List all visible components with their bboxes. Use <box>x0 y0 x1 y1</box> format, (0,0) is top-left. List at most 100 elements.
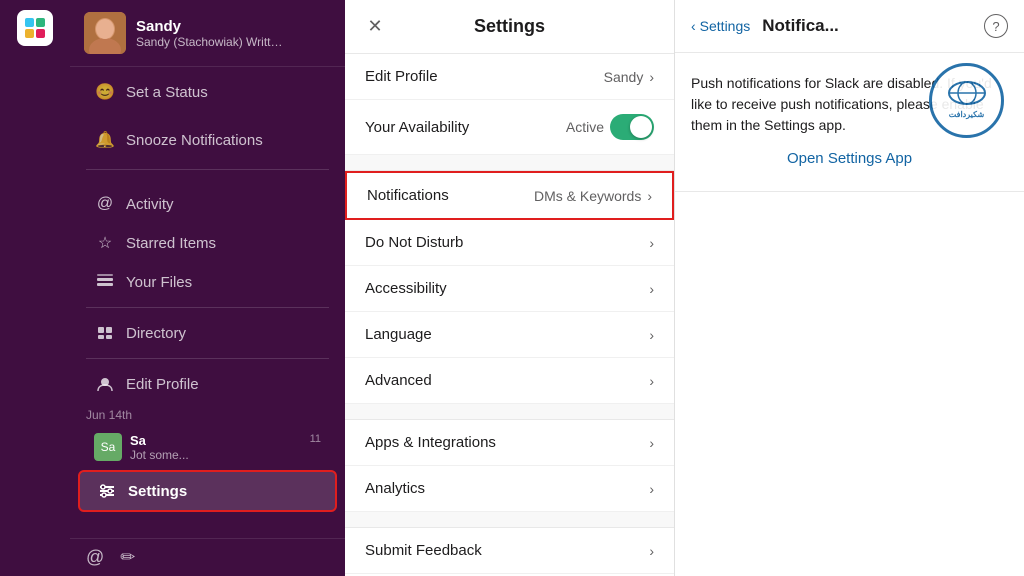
user-header[interactable]: Sandy Sandy (Stachowiak) Written... <box>70 0 345 67</box>
settings-item-right: › <box>649 281 654 297</box>
profile-icon <box>94 373 116 395</box>
settings-item-notifications[interactable]: Notifications DMs & Keywords › <box>345 171 674 220</box>
settings-item-analytics[interactable]: Analytics › <box>345 466 674 512</box>
notification-panel: ‹ Settings Notifica... ? Push notificati… <box>675 0 1024 576</box>
availability-value: Active <box>566 119 604 135</box>
language-label: Language <box>365 326 432 343</box>
user-info: Sandy Sandy (Stachowiak) Written... <box>136 18 331 49</box>
settings-item-accessibility[interactable]: Accessibility › <box>345 266 674 312</box>
settings-title: Settings <box>474 16 545 37</box>
notification-header: ‹ Settings Notifica... ? <box>675 0 1024 53</box>
edit-profile-setting-label: Edit Profile <box>365 68 438 85</box>
user-subtitle: Sandy (Stachowiak) Written... <box>136 35 286 49</box>
notifications-label: Notifications <box>367 187 449 204</box>
starred-label: Starred Items <box>126 235 216 252</box>
compose-icon[interactable]: ✏ <box>120 547 135 568</box>
chevron-right-icon: › <box>649 373 654 389</box>
settings-label: Settings <box>128 483 187 500</box>
settings-item-left: Submit Feedback <box>365 542 482 559</box>
star-icon: ☆ <box>94 232 116 254</box>
help-icon: ? <box>992 19 999 34</box>
status-icon: 😊 <box>94 81 116 103</box>
user-name: Sandy <box>136 18 331 35</box>
notifications-value: DMs & Keywords <box>534 188 641 204</box>
nav-divider-1 <box>86 169 329 170</box>
settings-close-button[interactable]: ✕ <box>361 13 389 41</box>
settings-item-advanced[interactable]: Advanced › <box>345 358 674 404</box>
back-button[interactable]: ‹ Settings <box>691 18 750 34</box>
settings-item-left: Accessibility <box>365 280 447 297</box>
availability-label: Your Availability <box>365 119 469 136</box>
sidebar-item-directory[interactable]: Directory <box>78 314 337 352</box>
open-settings-link[interactable]: Open Settings App <box>691 148 1008 171</box>
settings-item-right: › <box>649 235 654 251</box>
help-button[interactable]: ? <box>984 14 1008 38</box>
chevron-right-icon: › <box>649 327 654 343</box>
avatar-image <box>84 12 126 54</box>
settings-item-right: › <box>649 327 654 343</box>
avatar <box>84 12 126 54</box>
back-chevron-icon: ‹ <box>691 18 696 34</box>
chat-item[interactable]: Sa Sa 11 Jot some... <box>78 427 337 468</box>
date-label: Jun 14th <box>70 404 345 426</box>
settings-item-right: Sandy › <box>604 69 654 85</box>
settings-item-right: Active <box>566 114 654 140</box>
section-gap-1 <box>345 155 674 171</box>
activity-icon: @ <box>94 193 116 215</box>
chevron-right-icon: › <box>649 69 654 85</box>
files-icon <box>94 271 116 293</box>
close-icon: ✕ <box>367 16 382 37</box>
chat-content: Sa 11 Jot some... <box>130 433 321 462</box>
settings-item-left: Language <box>365 326 432 343</box>
settings-item-left: Advanced <box>365 372 432 389</box>
slack-logo[interactable] <box>17 10 53 46</box>
settings-item-language[interactable]: Language › <box>345 312 674 358</box>
sidebar-item-activity[interactable]: @ Activity <box>78 185 337 223</box>
settings-item-left: Notifications <box>367 187 449 204</box>
settings-item-edit-profile[interactable]: Edit Profile Sandy › <box>345 54 674 100</box>
chevron-right-icon: › <box>649 281 654 297</box>
settings-item-do-not-disturb[interactable]: Do Not Disturb › <box>345 220 674 266</box>
edit-profile-label: Edit Profile <box>126 376 199 393</box>
settings-item-apps[interactable]: Apps & Integrations › <box>345 420 674 466</box>
sidebar-item-files[interactable]: Your Files <box>78 263 337 301</box>
chat-avatar: Sa <box>94 433 122 461</box>
apps-label: Apps & Integrations <box>365 434 496 451</box>
settings-item-left: Analytics <box>365 480 425 497</box>
snooze-notifications-button[interactable]: 🔔 Snooze Notifications <box>78 119 337 161</box>
directory-label: Directory <box>126 325 186 342</box>
chevron-right-icon: › <box>647 188 652 204</box>
sidebar-item-edit-profile[interactable]: Edit Profile <box>78 365 337 403</box>
settings-icon <box>96 480 118 502</box>
left-panel: Sandy Sandy (Stachowiak) Written... 😊 Se… <box>70 0 345 576</box>
bottom-icons: @ ✏ <box>70 538 345 576</box>
settings-item-right: › <box>649 481 654 497</box>
activity-label: Activity <box>126 196 174 213</box>
nav-divider-2 <box>86 307 329 308</box>
accessibility-label: Accessibility <box>365 280 447 297</box>
sidebar-item-settings[interactable]: Settings <box>78 470 337 512</box>
availability-toggle[interactable] <box>610 114 654 140</box>
settings-item-left: Do Not Disturb <box>365 234 463 251</box>
settings-item-left: Edit Profile <box>365 68 438 85</box>
app-bar <box>0 0 70 576</box>
settings-item-right: › <box>649 543 654 559</box>
settings-item-availability[interactable]: Your Availability Active <box>345 100 674 155</box>
settings-list: Edit Profile Sandy › Your Availability A… <box>345 54 674 576</box>
settings-item-right: DMs & Keywords › <box>534 188 652 204</box>
chevron-right-icon: › <box>649 481 654 497</box>
set-status-button[interactable]: 😊 Set a Status <box>78 71 337 113</box>
settings-item-right: › <box>649 373 654 389</box>
nav-divider-3 <box>86 358 329 359</box>
section-gap-2 <box>345 404 674 420</box>
feedback-label: Submit Feedback <box>365 542 482 559</box>
settings-item-right: › <box>649 435 654 451</box>
settings-header: ✕ Settings <box>345 0 674 54</box>
advanced-label: Advanced <box>365 372 432 389</box>
content-area: ✕ Settings Edit Profile Sandy › Your Ava… <box>345 0 1024 576</box>
chat-preview: Jot some... <box>130 448 321 462</box>
chat-name: Sa <box>130 433 146 448</box>
mention-icon[interactable]: @ <box>86 547 104 568</box>
sidebar-item-starred[interactable]: ☆ Starred Items <box>78 224 337 262</box>
settings-item-feedback[interactable]: Submit Feedback › <box>345 528 674 574</box>
